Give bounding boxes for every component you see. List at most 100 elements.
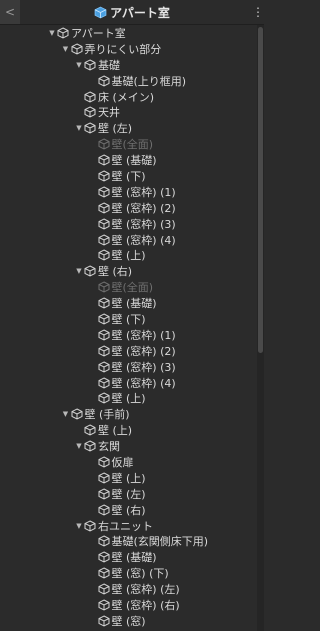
tree-item-label: 壁 (窓枠) (3): [111, 217, 176, 231]
tree-item[interactable]: ▼基礎(玄関側床下用): [0, 534, 257, 550]
tree-item[interactable]: ▼壁 (窓枠) (4): [0, 232, 257, 248]
tree-item[interactable]: ▼仮扉: [0, 454, 257, 470]
tree-item[interactable]: ▼壁 (上): [0, 422, 257, 438]
cube-icon: [98, 249, 110, 261]
tree-item-label: 壁 (右): [98, 265, 133, 279]
tree-item-label: 壁 (上): [98, 424, 133, 438]
tree-item[interactable]: ▼ 壁 (左): [0, 120, 257, 136]
tree-item[interactable]: ▼壁 (窓枠) (右): [0, 597, 257, 613]
tree-item-label: 壁 (窓枠) (4): [111, 376, 176, 390]
tree-item[interactable]: ▼ 右ユニット: [0, 518, 257, 534]
tree-item[interactable]: ▼壁 (上): [0, 247, 257, 263]
tree-item[interactable]: ▼基礎(上り框用): [0, 73, 257, 89]
tree-item-label: 壁 (窓枠) (2): [111, 201, 176, 215]
tree-item[interactable]: ▼ 壁 (右): [0, 263, 257, 279]
tree-item-label: 壁 (上): [111, 471, 146, 485]
tree-item[interactable]: ▼壁 (基礎): [0, 295, 257, 311]
tree-item-label: 弄りにくい部分: [84, 42, 162, 56]
tree-item[interactable]: ▼ 基礎: [0, 57, 257, 73]
tree-item[interactable]: ▼壁 (窓枠) (2): [0, 343, 257, 359]
tree-item[interactable]: ▼壁 (窓) (下): [0, 565, 257, 581]
tree-item[interactable]: ▼ 玄関: [0, 438, 257, 454]
tree-item-label: 壁 (左): [98, 122, 133, 136]
tree-item[interactable]: ▼壁 (上): [0, 470, 257, 486]
cube-icon: [98, 392, 110, 404]
cube-icon: [98, 345, 110, 357]
tree-item-label: 基礎: [98, 58, 120, 72]
tree-item[interactable]: ▼床 (メイン): [0, 89, 257, 105]
tree-item[interactable]: ▼壁 (窓): [0, 613, 257, 629]
tree-item-label: 仮扉: [111, 456, 134, 469]
tree-item[interactable]: ▼壁 (基礎): [0, 152, 257, 168]
tree-item-label: 壁 (基礎): [111, 551, 157, 565]
tree-item-label: 壁 (窓枠) (4): [111, 233, 176, 247]
cube-icon: [98, 329, 110, 341]
cube-icon: [84, 106, 96, 118]
tree-item[interactable]: ▼壁 (窓枠) (1): [0, 184, 257, 200]
cube-icon: [94, 6, 107, 18]
tree-item-label: 基礎(上り框用): [111, 74, 187, 88]
more-vertical-icon: ⋮: [252, 5, 264, 19]
cube-icon: [71, 408, 83, 420]
cube-icon: [98, 599, 110, 611]
tree-item[interactable]: ▼壁 (基礎): [0, 549, 257, 565]
cube-icon: [98, 170, 110, 182]
tree-item-label: 壁 (窓): [111, 614, 146, 628]
cube-icon: [57, 27, 69, 39]
cube-icon: [98, 472, 110, 484]
cube-icon: [98, 535, 110, 547]
expand-arrow-icon[interactable]: ▼: [74, 60, 84, 70]
tree-item[interactable]: ▼ アパート室: [0, 25, 257, 41]
cube-icon: [98, 297, 110, 309]
hierarchy-panel: < アパート室 ⋮ ▼アパート室▼弄りにくい部分▼基礎▼基礎(上り框用)▼床 (…: [0, 0, 264, 631]
tree-item[interactable]: ▼壁 (窓枠) (3): [0, 359, 257, 375]
cube-icon: [98, 75, 110, 87]
tree-item[interactable]: ▼ 壁 (手前): [0, 406, 257, 422]
tree-item-label: 壁 (窓枠) (3): [111, 360, 176, 374]
tree-item-label: 壁 (窓枠) (1): [111, 185, 176, 199]
expand-arrow-icon[interactable]: ▼: [61, 409, 71, 419]
tree-item[interactable]: ▼壁 (上): [0, 390, 257, 406]
tree-item-label: 壁(全面): [111, 281, 154, 295]
cube-icon: [98, 154, 110, 166]
expand-arrow-icon[interactable]: ▼: [61, 44, 71, 54]
tree-item[interactable]: ▼天井: [0, 104, 257, 120]
expand-arrow-icon[interactable]: ▼: [74, 266, 84, 276]
header-title: アパート室: [0, 0, 264, 24]
cube-icon: [98, 138, 110, 150]
cube-icon: [84, 265, 96, 277]
tree-item[interactable]: ▼壁 (左): [0, 486, 257, 502]
cube-icon: [71, 43, 83, 55]
tree-item[interactable]: ▼壁(全面): [0, 279, 257, 295]
tree-item[interactable]: ▼壁 (下): [0, 311, 257, 327]
tree-item[interactable]: ▼ 弄りにくい部分: [0, 41, 257, 57]
tree-item-label: 壁 (基礎): [111, 154, 157, 168]
cube-icon: [98, 504, 110, 516]
tree-item[interactable]: ▼壁(全面): [0, 136, 257, 152]
tree-item-label: 壁 (手前): [84, 408, 130, 422]
more-menu-button[interactable]: ⋮: [252, 0, 264, 24]
tree-item[interactable]: ▼壁 (右): [0, 502, 257, 518]
tree-item[interactable]: ▼壁 (窓枠) (4): [0, 375, 257, 391]
tree-item-label: 壁 (左): [111, 487, 146, 501]
tree-item[interactable]: ▼壁 (窓枠) (1): [0, 327, 257, 343]
cube-icon: [84, 519, 96, 532]
tree-item-label: 壁 (窓枠) (右): [111, 599, 180, 613]
tree-item-label: 右ユニット: [98, 519, 153, 533]
tree-item-label: 壁 (基礎): [111, 297, 157, 311]
tree-item-label: アパート室: [71, 26, 126, 40]
tree-item[interactable]: ▼壁 (下): [0, 168, 257, 184]
cube-icon: [84, 90, 96, 103]
tree-item[interactable]: ▼壁 (窓枠) (2): [0, 200, 257, 216]
cube-icon: [98, 583, 110, 595]
expand-arrow-icon[interactable]: ▼: [74, 441, 84, 451]
tree-item[interactable]: ▼壁 (窓枠) (左): [0, 581, 257, 597]
hierarchy-tree: ▼アパート室▼弄りにくい部分▼基礎▼基礎(上り框用)▼床 (メイン)▼天井▼壁 …: [0, 25, 257, 631]
tree-item[interactable]: ▼壁 (窓枠) (3): [0, 216, 257, 232]
scrollbar-thumb[interactable]: [258, 27, 263, 353]
tree-item-label: 壁 (上): [111, 392, 146, 406]
expand-arrow-icon[interactable]: ▼: [74, 123, 84, 133]
expand-arrow-icon[interactable]: ▼: [74, 521, 84, 531]
tree-item-label: 玄関: [98, 440, 120, 454]
expand-arrow-icon[interactable]: ▼: [47, 28, 57, 38]
